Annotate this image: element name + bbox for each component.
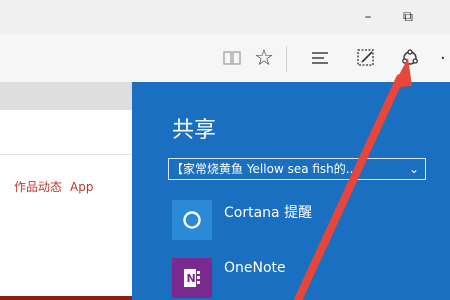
share-target-label: OneNote	[224, 260, 286, 276]
page-divider	[0, 154, 132, 155]
page-header-band	[0, 82, 132, 110]
page-nav: 作品动态 App	[14, 178, 93, 195]
web-note-icon[interactable]	[352, 44, 380, 72]
restore-button[interactable]: ⧉	[396, 6, 420, 28]
nav-link-app[interactable]: App	[70, 180, 93, 194]
svg-text:N: N	[187, 272, 196, 285]
browser-toolbar: ☆ ·	[0, 34, 450, 83]
cortana-icon	[172, 200, 212, 240]
nav-link-works[interactable]: 作品动态	[14, 180, 62, 194]
hub-icon[interactable]	[306, 44, 334, 72]
share-icon[interactable]	[396, 44, 424, 72]
title-bar: – ⧉	[0, 0, 450, 34]
share-source-value: 【家常烧黄鱼 Yellow sea fish的...	[171, 162, 358, 176]
share-target-onenote[interactable]: N OneNote	[172, 258, 432, 298]
page-image-strip	[0, 296, 132, 300]
page-content: 作品动态 App	[0, 82, 132, 300]
toolbar-divider	[286, 46, 287, 72]
reading-view-icon[interactable]	[218, 44, 246, 72]
onenote-icon: N	[172, 258, 212, 298]
share-target-cortana[interactable]: Cortana 提醒	[172, 200, 432, 240]
share-title: 共享	[172, 118, 217, 143]
share-target-label: Cortana 提醒	[224, 205, 313, 221]
share-pane: 共享 【家常烧黄鱼 Yellow sea fish的... ⌄ Cortana …	[132, 82, 450, 300]
minimize-button[interactable]: –	[356, 6, 380, 28]
share-source-select[interactable]: 【家常烧黄鱼 Yellow sea fish的... ⌄	[168, 158, 426, 180]
more-icon[interactable]: ·	[440, 44, 450, 72]
favorites-star-icon[interactable]: ☆	[250, 44, 278, 72]
chevron-down-icon: ⌄	[408, 162, 419, 176]
